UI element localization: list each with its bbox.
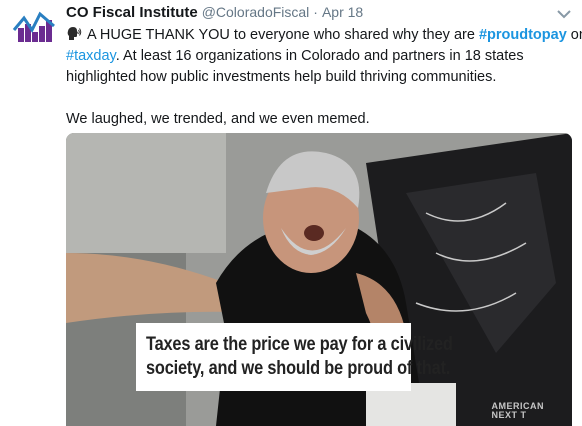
caption-line-2: society, and we should be proud of that.	[146, 358, 451, 379]
hashtag-proudtopay-link[interactable]: #proudtopay	[479, 27, 567, 43]
avatar[interactable]	[10, 6, 58, 54]
tweet-text-segment: on	[570, 27, 582, 43]
meta-separator: ·	[313, 4, 318, 20]
paragraph-break	[66, 88, 572, 109]
author-name[interactable]: CO Fiscal Institute	[66, 4, 198, 21]
watermark-line-2: NEXT T	[491, 410, 527, 420]
chevron-down-icon[interactable]	[556, 8, 572, 20]
tweet-text-segment: A HUGE THANK YOU to everyone who shared …	[87, 27, 479, 43]
tweet-header: CO Fiscal Institute @ColoradoFiscal · Ap…	[66, 4, 572, 24]
tweet-line-1: A HUGE THANK YOU to everyone who shared …	[66, 25, 582, 46]
tweet-body: CO Fiscal Institute @ColoradoFiscal · Ap…	[66, 4, 582, 130]
author-handle[interactable]: @ColoradoFiscal	[202, 4, 310, 20]
tweet-line-2: #taxday. At least 16 organizations in Co…	[66, 46, 572, 67]
tweet-date[interactable]: Apr 18	[322, 4, 363, 20]
speaking-head-icon	[67, 27, 82, 40]
tweet-text-segment: . At least 16 organizations in Colorado …	[115, 48, 524, 64]
hashtag-taxday-link[interactable]: #taxday	[66, 48, 116, 64]
tv-watermark: AMERICAN NEXT T	[492, 402, 545, 420]
tweet-line-3: highlighted how public investments help …	[66, 69, 497, 85]
caption-line-1: Taxes are the price we pay for a civiliz…	[146, 334, 453, 355]
tweet-media-image[interactable]: Taxes are the price we pay for a civiliz…	[66, 133, 572, 426]
colorado-fiscal-logo-icon	[12, 11, 55, 42]
meme-caption: Taxes are the price we pay for a civiliz…	[136, 323, 453, 391]
tweet-line-4: We laughed, we trended, and we even meme…	[66, 111, 370, 127]
tweet-text: A HUGE THANK YOU to everyone who shared …	[66, 25, 582, 130]
